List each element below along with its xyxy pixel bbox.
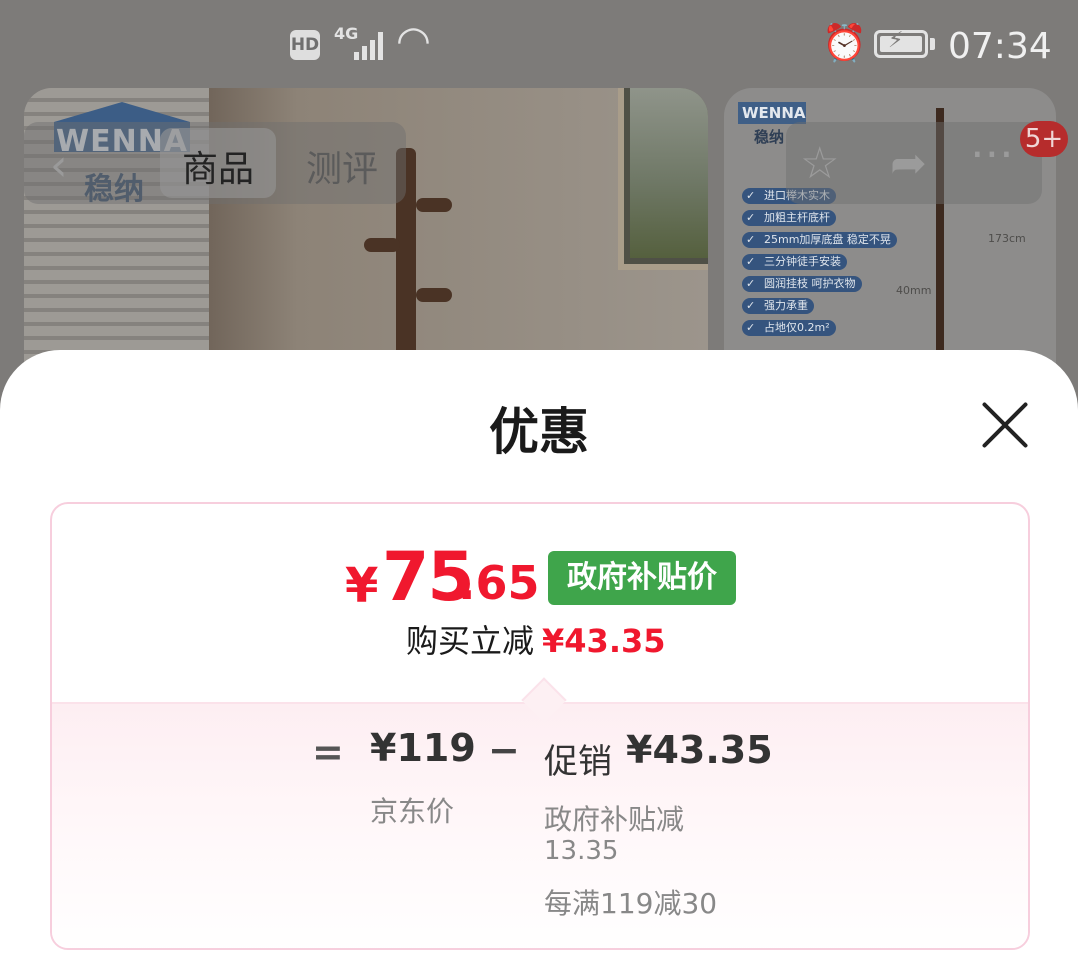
share-icon[interactable]: ➦ — [890, 138, 927, 189]
coat-rack-peg — [416, 198, 452, 212]
side-brand-en: WENNA — [738, 102, 806, 124]
network-type: 4G — [334, 24, 359, 43]
tab-review[interactable]: 测评 — [306, 140, 378, 192]
gov-subsidy-tag: 政府补贴价 — [548, 551, 736, 605]
battery-nub — [930, 38, 935, 50]
dimension-diameter: 40mm — [896, 284, 932, 297]
reduce-label: 购买立减 — [406, 622, 535, 660]
minus-sign: − — [488, 728, 520, 772]
back-arrow-icon[interactable]: ‹ — [50, 140, 68, 191]
status-bar: HD 4G ◠ ⏰ ⚡ 07:34 — [0, 0, 1078, 90]
coat-rack-peg — [364, 238, 400, 252]
feature-tag: 加粗主杆底杆 — [742, 210, 836, 226]
feature-tag: 圆润挂枝 呵护衣物 — [742, 276, 862, 292]
signal-bar-icon — [362, 46, 367, 60]
wifi-icon: ◠ — [396, 18, 431, 64]
signal-bar-icon — [378, 32, 383, 60]
dimension-height: 173cm — [988, 232, 1026, 245]
tab-goods[interactable]: 商品 — [182, 140, 254, 192]
feature-tag: 占地仅0.2m² — [742, 320, 836, 336]
final-price-row: ¥ 75 .65 政府补贴价 — [0, 538, 1078, 617]
feature-tag: 三分钟徒手安装 — [742, 254, 847, 270]
jd-price: ¥119 — [370, 726, 476, 770]
signal-bar-icon — [354, 52, 359, 60]
wall-picture — [618, 88, 708, 270]
feature-tag: 强力承重 — [742, 298, 814, 314]
clock: 07:34 — [948, 26, 1052, 67]
currency-symbol: ¥ — [345, 558, 379, 614]
promo-detail-gov-amount: 13.35 — [544, 836, 619, 866]
breakdown-section — [52, 702, 1028, 948]
feature-tag: 25mm加厚底盘 稳定不晃 — [742, 232, 897, 248]
more-icon[interactable]: ⋯ — [970, 128, 1014, 179]
instant-reduce-row: 购买立减 ¥43.35 — [406, 616, 666, 662]
message-count-badge: 5+ — [1020, 121, 1068, 157]
equals-sign: = — [312, 730, 344, 774]
hd-icon: HD — [290, 30, 320, 60]
coat-rack-peg — [416, 288, 452, 302]
promo-amount: ¥43.35 — [626, 728, 773, 772]
jd-price-label: 京东价 — [370, 795, 455, 828]
signal-bar-icon — [370, 40, 375, 60]
close-icon[interactable] — [982, 402, 1028, 448]
favorite-star-icon[interactable]: ☆ — [800, 138, 839, 189]
charging-bolt-icon: ⚡ — [888, 28, 904, 53]
alarm-icon: ⏰ — [822, 23, 867, 64]
promo-detail-gov-label: 政府补贴减 — [544, 803, 685, 836]
price-decimal: .65 — [458, 556, 540, 610]
reduce-amount: ¥43.35 — [542, 622, 666, 660]
sheet-title: 优惠 — [489, 403, 589, 461]
side-brand-cn: 稳纳 — [754, 128, 785, 146]
promo-detail-full-reduction: 每满119减30 — [544, 887, 718, 920]
promo-label: 促销 — [544, 742, 612, 782]
